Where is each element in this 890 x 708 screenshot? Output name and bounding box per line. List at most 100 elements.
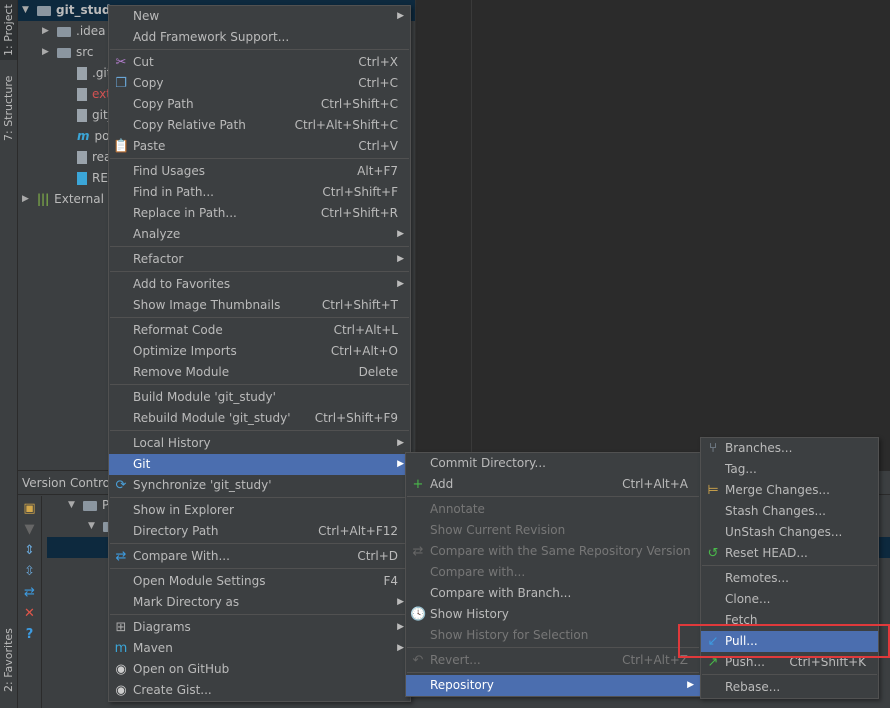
menu-item-diagrams[interactable]: ⊞ Diagrams ▶	[109, 617, 410, 638]
editor-gutter-line	[471, 0, 472, 470]
menu-item-reformat-code[interactable]: Reformat Code Ctrl+Alt+L	[109, 320, 410, 341]
submenu-arrow-icon: ▶	[397, 597, 404, 607]
menu-item-stash-changes[interactable]: Stash Changes...	[701, 501, 878, 522]
project-tree-item[interactable]: ▶ ||| External	[22, 189, 104, 210]
menu-item-pull[interactable]: ↙ Pull...	[701, 631, 878, 652]
menu-item-merge-changes[interactable]: ⊨ Merge Changes...	[701, 480, 878, 501]
menu-item-label: Annotate	[430, 502, 485, 516]
expand-arrow-icon[interactable]: ▶	[42, 42, 52, 63]
menu-item-find-usages[interactable]: Find Usages Alt+F7	[109, 161, 410, 182]
menu-item-shortcut: Ctrl+Shift+T	[321, 298, 398, 312]
menu-item-show-image-thumbnails[interactable]: Show Image Thumbnails Ctrl+Shift+T	[109, 295, 410, 316]
menu-item-build-module-git-study[interactable]: Build Module 'git_study'	[109, 387, 410, 408]
file-icon	[77, 88, 87, 101]
tab-structure[interactable]: 7: Structure	[0, 68, 17, 148]
submenu-arrow-icon: ▶	[397, 459, 404, 469]
menu-item-compare-with[interactable]: Compare with...	[406, 562, 700, 583]
menu-item-label: Mark Directory as	[133, 595, 240, 609]
menu-item-show-history-for-selection[interactable]: Show History for Selection	[406, 625, 700, 646]
menu-item-label: Tag...	[725, 462, 757, 476]
menu-item-copy-relative-path[interactable]: Copy Relative Path Ctrl+Alt+Shift+C	[109, 115, 410, 136]
filter-icon[interactable]: ▼	[25, 522, 35, 537]
menu-item-push[interactable]: ↗ Push... Ctrl+Shift+K	[701, 652, 878, 673]
menu-item-compare-with-branch[interactable]: Compare with Branch...	[406, 583, 700, 604]
menu-item-new[interactable]: New ▶	[109, 6, 410, 27]
menu-item-analyze[interactable]: Analyze ▶	[109, 224, 410, 245]
menu-item-annotate[interactable]: Annotate	[406, 499, 700, 520]
menu-item-label: Create Gist...	[133, 683, 212, 697]
menu-item-remove-module[interactable]: Remove Module Delete	[109, 362, 410, 383]
menu-item-synchronize-git-study[interactable]: ⟳ Synchronize 'git_study'	[109, 475, 410, 496]
submenu-arrow-icon: ▶	[397, 254, 404, 264]
menu-item-create-gist[interactable]: ◉ Create Gist...	[109, 680, 410, 701]
menu-item-commit-directory[interactable]: Commit Directory...	[406, 453, 700, 474]
menu-item-rebuild-module-git-study[interactable]: Rebuild Module 'git_study' Ctrl+Shift+F9	[109, 408, 410, 429]
menu-item-shortcut: Alt+F7	[357, 164, 398, 178]
menu-item-label: Add Framework Support...	[133, 30, 290, 44]
menu-item-optimize-imports[interactable]: Optimize Imports Ctrl+Alt+O	[109, 341, 410, 362]
menu-item-label: Rebase...	[725, 680, 781, 694]
file-icon	[77, 151, 87, 164]
menu-item-open-module-settings[interactable]: Open Module Settings F4	[109, 571, 410, 592]
tab-project[interactable]: 1: Project	[0, 0, 17, 60]
menu-item-directory-path[interactable]: Directory Path Ctrl+Alt+F12	[109, 521, 410, 542]
menu-item-label: Compare with the Same Repository Version	[430, 544, 691, 558]
menu-item-label: Find Usages	[133, 164, 206, 178]
close-icon[interactable]: ✕	[24, 606, 35, 621]
menu-item-open-on-github[interactable]: ◉ Open on GitHub	[109, 659, 410, 680]
menu-item-compare-with-the-same-repository-version[interactable]: ⇄ Compare with the Same Repository Versio…	[406, 541, 700, 562]
menu-item-label: Copy Relative Path	[133, 118, 246, 132]
menu-item-clone[interactable]: Clone...	[701, 589, 878, 610]
menu-item-label: Show in Explorer	[133, 503, 234, 517]
menu-item-mark-directory-as[interactable]: Mark Directory as ▶	[109, 592, 410, 613]
help-icon[interactable]: ?	[26, 627, 34, 642]
menu-item-branches[interactable]: ⑂ Branches...	[701, 438, 878, 459]
menu-item-copy-path[interactable]: Copy Path Ctrl+Shift+C	[109, 94, 410, 115]
changes-icon[interactable]: ▣	[23, 501, 35, 516]
menu-item-git[interactable]: Git ▶	[109, 454, 410, 475]
menu-item-shortcut: Ctrl+Alt+A	[622, 477, 688, 491]
context-menu: New ▶ Add Framework Support... ✂ Cut Ctrl+X ❐ C…	[108, 5, 411, 702]
menu-item-label: Remove Module	[133, 365, 230, 379]
menu-item-label: Compare With...	[133, 549, 230, 563]
menu-item-show-history[interactable]: 🕓 Show History	[406, 604, 700, 625]
left-tool-strip: 1: Project 7: Structure 2: Favorites	[0, 0, 18, 708]
tab-favorites[interactable]: 2: Favorites	[0, 615, 17, 705]
project-tree-item[interactable]: ▶ .idea	[42, 21, 106, 42]
menu-item-repository[interactable]: Repository ▶	[406, 675, 700, 696]
expand-arrow-icon[interactable]: ▶	[42, 21, 52, 42]
menu-item-replace-in-path[interactable]: Replace in Path... Ctrl+Shift+R	[109, 203, 410, 224]
menu-item-label: Open Module Settings	[133, 574, 266, 588]
compare-icon[interactable]: ⇄	[24, 585, 35, 600]
menu-item-fetch[interactable]: Fetch	[701, 610, 878, 631]
sync-icon: ⟳	[115, 478, 127, 493]
project-tree-item[interactable]: ▶ src	[42, 42, 94, 63]
menu-item-label: Local History	[133, 436, 211, 450]
expand-arrow-icon[interactable]: ▶	[22, 189, 32, 210]
menu-item-refactor[interactable]: Refactor ▶	[109, 249, 410, 270]
expand-all-icon[interactable]: ⇕	[24, 543, 35, 558]
menu-item-add[interactable]: + Add Ctrl+Alt+A	[406, 474, 700, 495]
menu-item-add-to-favorites[interactable]: Add to Favorites ▶	[109, 274, 410, 295]
menu-item-reset-head[interactable]: ↺ Reset HEAD...	[701, 543, 878, 564]
menu-item-copy[interactable]: ❐ Copy Ctrl+C	[109, 73, 410, 94]
menu-item-paste[interactable]: 📋 Paste Ctrl+V	[109, 136, 410, 157]
menu-item-cut[interactable]: ✂ Cut Ctrl+X	[109, 52, 410, 73]
collapse-all-icon[interactable]: ⇳	[24, 564, 35, 579]
menu-item-maven[interactable]: m Maven ▶	[109, 638, 410, 659]
menu-item-add-framework-support[interactable]: Add Framework Support...	[109, 27, 410, 48]
menu-item-revert[interactable]: ↶ Revert... Ctrl+Alt+Z	[406, 650, 700, 671]
menu-item-label: Open on GitHub	[133, 662, 230, 676]
menu-item-show-current-revision[interactable]: Show Current Revision	[406, 520, 700, 541]
menu-item-find-in-path[interactable]: Find in Path... Ctrl+Shift+F	[109, 182, 410, 203]
menu-item-show-in-explorer[interactable]: Show in Explorer	[109, 500, 410, 521]
menu-item-tag[interactable]: Tag...	[701, 459, 878, 480]
menu-item-rebase[interactable]: Rebase...	[701, 677, 878, 698]
menu-item-unstash-changes[interactable]: UnStash Changes...	[701, 522, 878, 543]
pull-icon: ↙	[707, 634, 719, 649]
menu-item-compare-with[interactable]: ⇄ Compare With... Ctrl+D	[109, 546, 410, 567]
expand-arrow-icon[interactable]: ▼	[22, 0, 32, 21]
menu-item-shortcut: Ctrl+X	[358, 55, 398, 69]
menu-item-local-history[interactable]: Local History ▶	[109, 433, 410, 454]
menu-item-remotes[interactable]: Remotes...	[701, 568, 878, 589]
